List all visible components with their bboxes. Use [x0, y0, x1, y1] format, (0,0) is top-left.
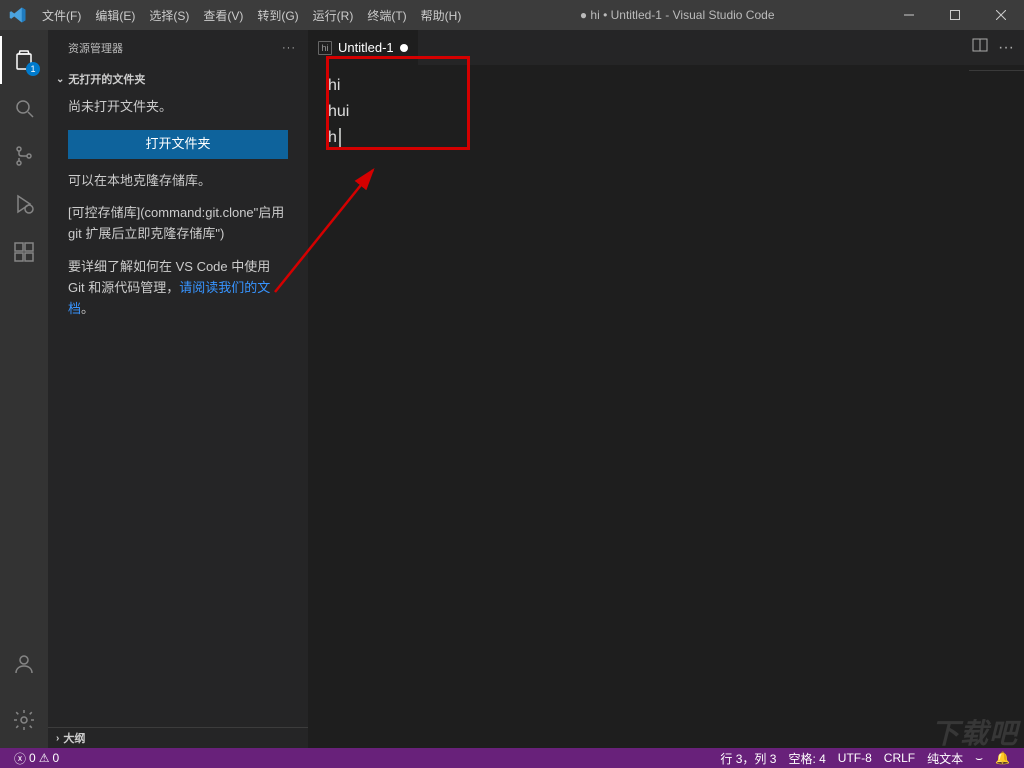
status-encoding[interactable]: UTF-8	[832, 750, 878, 767]
sidebar-title: 资源管理器	[68, 40, 123, 56]
no-folder-text1: 尚未打开文件夹。	[68, 97, 288, 118]
status-eol[interactable]: CRLF	[878, 750, 921, 767]
activity-explorer[interactable]: 1	[0, 36, 48, 84]
outline-label: 大纲	[63, 730, 85, 746]
menu-edit[interactable]: 编辑(E)	[88, 7, 142, 24]
editor-tabs: hi Untitled-1 ···	[308, 30, 1024, 65]
activity-accounts[interactable]	[0, 640, 48, 688]
title-bar: 文件(F) 编辑(E) 选择(S) 查看(V) 转到(G) 运行(R) 终端(T…	[0, 0, 1024, 30]
text-cursor	[339, 128, 341, 148]
menu-help[interactable]: 帮助(H)	[414, 7, 469, 24]
activity-search[interactable]	[0, 84, 48, 132]
status-ln-col[interactable]: 行 3，列 3	[714, 750, 782, 767]
sidebar-header: 资源管理器 ···	[48, 30, 308, 65]
window-title: ● hi • Untitled-1 - Visual Studio Code	[468, 8, 886, 22]
minimize-button[interactable]	[886, 0, 932, 30]
clone-repo-text: [可控存储库](command:git.clone"启用 git 扩展后立即克隆…	[68, 203, 288, 245]
no-folder-text2: 可以在本地克隆存储库。	[68, 171, 288, 192]
menu-terminal[interactable]: 终端(T)	[360, 7, 413, 24]
sidebar-more-icon[interactable]: ···	[282, 42, 296, 54]
status-language[interactable]: 纯文本	[921, 750, 969, 767]
code-editor[interactable]: hi hui h	[308, 65, 1024, 748]
activity-source-control[interactable]	[0, 132, 48, 180]
menu-run[interactable]: 运行(R)	[306, 7, 361, 24]
editor-tab[interactable]: hi Untitled-1	[308, 30, 419, 65]
code-line: h	[328, 125, 1024, 151]
menu-go[interactable]: 转到(G)	[250, 7, 305, 24]
tab-filename: Untitled-1	[338, 40, 394, 55]
status-feedback-icon[interactable]: ⌣	[969, 750, 989, 767]
sidebar: 资源管理器 ··· ⌄ 无打开的文件夹 尚未打开文件夹。 打开文件夹 可以在本地…	[48, 30, 308, 748]
window-controls	[886, 0, 1024, 30]
outline-section-header[interactable]: › 大纲	[48, 728, 308, 748]
vscode-icon	[0, 6, 35, 24]
explorer-badge: 1	[26, 62, 40, 76]
code-line: hi	[328, 73, 1024, 99]
chevron-right-icon: ›	[56, 733, 59, 744]
activity-bar: 1	[0, 30, 48, 748]
code-line: hui	[328, 99, 1024, 125]
sidebar-body: 尚未打开文件夹。 打开文件夹 可以在本地克隆存储库。 [可控存储库](comma…	[48, 89, 308, 339]
warning-icon: ⚠	[39, 751, 50, 765]
activity-run-debug[interactable]	[0, 180, 48, 228]
minimap[interactable]	[969, 70, 1024, 90]
menu-selection[interactable]: 选择(S)	[142, 7, 196, 24]
status-bell-icon[interactable]: 🔔	[989, 750, 1016, 767]
activity-settings[interactable]	[0, 696, 48, 744]
editor-area: hi Untitled-1 ··· hi hui h	[308, 30, 1024, 748]
menu-view[interactable]: 查看(V)	[196, 7, 250, 24]
dirty-indicator-icon	[400, 44, 408, 52]
learn-more-text: 要详细了解如何在 VS Code 中使用 Git 和源代码管理，请阅读我们的文档…	[68, 257, 288, 319]
file-icon: hi	[318, 41, 332, 55]
chevron-down-icon: ⌄	[56, 74, 64, 85]
close-button[interactable]	[978, 0, 1024, 30]
no-folder-label: 无打开的文件夹	[68, 71, 145, 87]
open-folder-button[interactable]: 打开文件夹	[68, 130, 288, 159]
status-bar: ⓧ0 ⚠0 行 3，列 3 空格: 4 UTF-8 CRLF 纯文本 ⌣ 🔔	[0, 748, 1024, 768]
menu-file[interactable]: 文件(F)	[35, 7, 88, 24]
menu-bar: 文件(F) 编辑(E) 选择(S) 查看(V) 转到(G) 运行(R) 终端(T…	[35, 7, 468, 24]
no-folder-section-header[interactable]: ⌄ 无打开的文件夹	[48, 69, 308, 89]
maximize-button[interactable]	[932, 0, 978, 30]
editor-more-icon[interactable]: ···	[998, 39, 1014, 57]
status-problems[interactable]: ⓧ0 ⚠0	[8, 750, 65, 767]
error-icon: ⓧ	[14, 750, 26, 767]
split-editor-icon[interactable]	[972, 37, 988, 58]
activity-extensions[interactable]	[0, 228, 48, 276]
status-spaces[interactable]: 空格: 4	[782, 750, 831, 767]
